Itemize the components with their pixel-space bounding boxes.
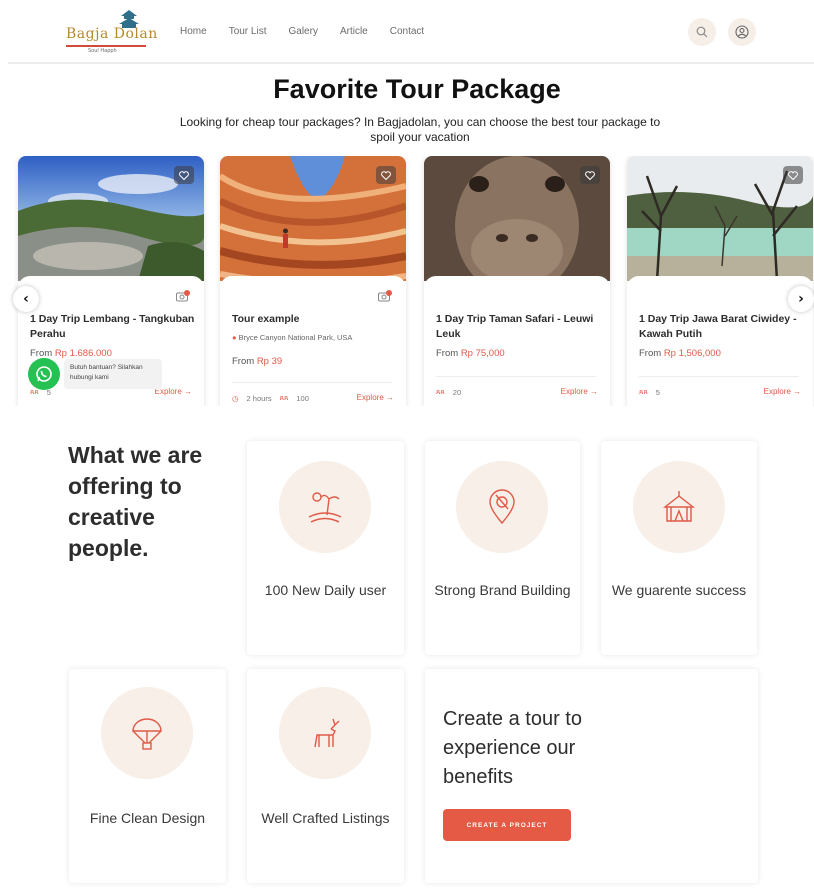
- clock-icon: ◷: [232, 393, 239, 403]
- camera-badge-icon: [378, 290, 392, 302]
- favorite-button[interactable]: [580, 166, 600, 184]
- tour-price: From Rp 75,000: [436, 348, 505, 359]
- explore-link[interactable]: Explore →: [561, 387, 598, 396]
- feature-label: 100 New Daily user: [264, 582, 387, 598]
- whatsapp-help-bubble[interactable]: Butuh bantuan? Silahkan hubungi kami: [64, 359, 162, 389]
- nav-tour-list[interactable]: Tour List: [229, 26, 267, 37]
- tour-capacity: 5: [655, 387, 660, 397]
- tour-duration: 2 hours: [246, 393, 272, 403]
- favorite-button[interactable]: [174, 166, 194, 184]
- tour-card[interactable]: 1 Day Trip Jawa Barat Ciwidey - Kawah Pu…: [627, 156, 813, 406]
- card-divider: [639, 376, 799, 377]
- deer-icon: [314, 718, 340, 748]
- tour-title[interactable]: 1 Day Trip Jawa Barat Ciwidey - Kawah Pu…: [639, 312, 804, 342]
- heart-icon: [585, 170, 595, 180]
- feature-card: 100 New Daily user: [247, 441, 404, 655]
- feature-icon-circle: [456, 461, 548, 553]
- favorite-button[interactable]: [783, 166, 803, 184]
- card-divider: [232, 382, 392, 383]
- nav-home[interactable]: Home: [180, 26, 207, 37]
- user-icon: [735, 25, 749, 39]
- location-pin-icon: ●: [232, 333, 237, 342]
- cta-card: Create a tour to experience our benefits…: [425, 669, 758, 883]
- nav-contact[interactable]: Contact: [390, 26, 424, 37]
- search-button[interactable]: [688, 18, 716, 46]
- create-project-button[interactable]: CREATE A PROJECT: [443, 809, 571, 841]
- feature-icon-circle: [101, 687, 193, 779]
- tour-card-body: 1 Day Trip Taman Safari - Leuwi Leuk Fro…: [424, 276, 610, 406]
- feature-label: Strong Brand Building: [434, 582, 571, 598]
- parachute-icon: [132, 718, 162, 750]
- cta-title: Create a tour to experience our benefits: [443, 708, 582, 788]
- feature-icon-circle: [633, 461, 725, 553]
- feature-label: We guarente success: [611, 582, 747, 598]
- tour-price: From Rp 39: [232, 356, 283, 367]
- tour-card-body: Tour example ● Bryce Canyon National Par…: [220, 276, 406, 406]
- tour-meta: ጸጸ 5: [639, 387, 660, 397]
- people-icon: ጸጸ: [436, 387, 445, 396]
- nav-galery[interactable]: Galery: [288, 26, 317, 37]
- heart-icon: [179, 170, 189, 180]
- whatsapp-button[interactable]: [28, 358, 60, 390]
- people-icon: ጸጸ: [279, 393, 289, 402]
- page-title: Favorite Tour Package: [273, 74, 561, 104]
- island-icon: [308, 492, 342, 523]
- heart-icon: [788, 170, 798, 180]
- nav-article[interactable]: Article: [340, 26, 368, 37]
- feature-card: Fine Clean Design: [69, 669, 226, 883]
- circus-tent-icon: [662, 491, 696, 522]
- brand-logo[interactable]: Bagja Dolan Soul Happh: [66, 10, 157, 56]
- whatsapp-icon: [36, 366, 52, 382]
- tour-title[interactable]: Tour example: [232, 312, 397, 327]
- explore-link[interactable]: Explore →: [764, 387, 801, 396]
- page-subtitle: Looking for cheap tour packages? In Bagj…: [179, 115, 661, 144]
- tour-card[interactable]: Tour example ● Bryce Canyon National Par…: [220, 156, 406, 406]
- feature-label: Fine Clean Design: [89, 810, 206, 826]
- camera-badge-icon: [176, 290, 190, 302]
- carousel-next-button[interactable]: ›: [788, 286, 814, 312]
- explore-link[interactable]: Explore →: [357, 393, 394, 402]
- tour-capacity: 100: [296, 393, 309, 403]
- tour-meta: ◷ 2 hours ጸጸ 100: [232, 393, 309, 403]
- tour-title[interactable]: 1 Day Trip Lembang - Tangkuban Perahu: [30, 312, 195, 342]
- feature-card: Well Crafted Listings: [247, 669, 404, 883]
- heart-icon: [381, 170, 391, 180]
- brand-underline: [66, 45, 146, 47]
- account-button[interactable]: [728, 18, 756, 46]
- search-icon: [696, 26, 708, 38]
- tour-meta: ጸጸ 20: [436, 387, 461, 397]
- feature-card: We guarente success: [601, 441, 757, 655]
- favorite-button[interactable]: [376, 166, 396, 184]
- tour-card-body: 1 Day Trip Jawa Barat Ciwidey - Kawah Pu…: [627, 276, 813, 406]
- brand-name: Bagja Dolan: [66, 26, 158, 42]
- explore-link[interactable]: Explore →: [155, 387, 192, 396]
- offering-title: What we are offering to creative people.: [68, 442, 203, 561]
- main-menu: Home Tour List Galery Article Contact: [180, 26, 446, 37]
- tour-card[interactable]: 1 Day Trip Taman Safari - Leuwi Leuk Fro…: [424, 156, 610, 406]
- chevron-right-icon: ›: [798, 291, 804, 307]
- tour-location: ● Bryce Canyon National Park, USA: [232, 333, 353, 342]
- card-divider: [436, 376, 596, 377]
- top-navbar: Bagja Dolan Soul Happh Home Tour List Ga…: [8, 6, 814, 64]
- brand-tagline: Soul Happh: [88, 48, 117, 54]
- people-icon: ጸጸ: [639, 387, 648, 396]
- feature-icon-circle: [279, 461, 371, 553]
- feature-card: Strong Brand Building: [425, 441, 580, 655]
- map-pin-icon: [489, 489, 515, 525]
- tour-capacity: 20: [452, 387, 462, 397]
- tour-title[interactable]: 1 Day Trip Taman Safari - Leuwi Leuk: [436, 312, 601, 342]
- tour-price: From Rp 1,506,000: [639, 348, 721, 359]
- feature-label: Well Crafted Listings: [261, 810, 390, 826]
- carousel-prev-button[interactable]: ‹: [13, 286, 39, 312]
- chevron-left-icon: ‹: [23, 291, 29, 307]
- feature-icon-circle: [279, 687, 371, 779]
